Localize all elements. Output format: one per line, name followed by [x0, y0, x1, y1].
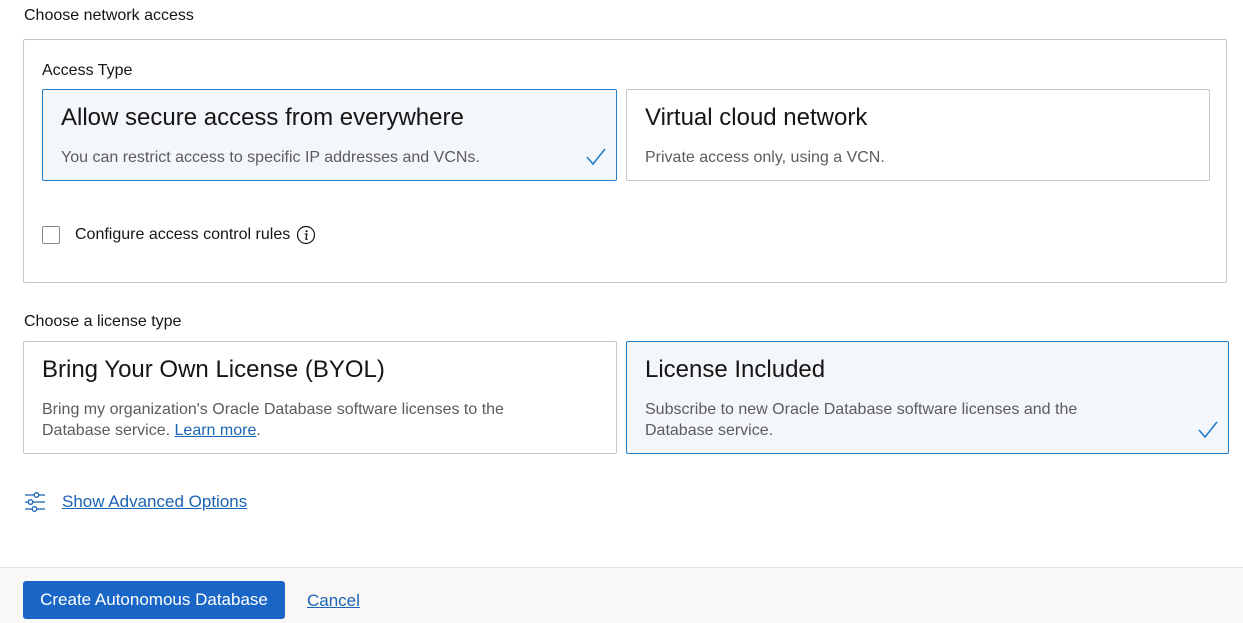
license-option-included[interactable]: License Included Subscribe to new Oracle… [626, 341, 1229, 454]
sliders-icon[interactable] [23, 490, 47, 514]
create-database-button[interactable]: Create Autonomous Database [23, 581, 285, 619]
show-advanced-options-link[interactable]: Show Advanced Options [62, 492, 247, 512]
access-option-vcn[interactable]: Virtual cloud network Private access onl… [626, 89, 1210, 181]
license-option-description: Subscribe to new Oracle Database softwar… [645, 399, 1128, 441]
access-option-title: Allow secure access from everywhere [61, 104, 464, 132]
footer-bar: Create Autonomous Database Cancel [0, 567, 1243, 623]
access-option-description: Private access only, using a VCN. [645, 147, 1159, 168]
license-option-title: License Included [645, 356, 825, 384]
network-section-title: Choose network access [24, 6, 194, 26]
learn-more-suffix: . [256, 422, 260, 439]
checkmark-icon [586, 148, 606, 166]
access-option-description: You can restrict access to specific IP a… [61, 147, 566, 168]
advanced-options-row: Show Advanced Options [23, 490, 247, 514]
access-option-title: Virtual cloud network [645, 104, 867, 132]
network-access-panel: Access Type Allow secure access from eve… [23, 39, 1227, 283]
access-control-row: Configure access control rules [42, 225, 316, 245]
access-option-everywhere[interactable]: Allow secure access from everywhere You … [42, 89, 617, 181]
license-section-title: Choose a license type [24, 312, 181, 332]
info-icon[interactable] [296, 225, 316, 245]
license-option-description: Bring my organization's Oracle Database … [42, 399, 556, 441]
page: Choose network access Access Type Allow … [0, 0, 1243, 623]
access-control-checkbox[interactable] [42, 226, 60, 244]
license-option-byol[interactable]: Bring Your Own License (BYOL) Bring my o… [23, 341, 617, 454]
cancel-link[interactable]: Cancel [307, 591, 360, 611]
learn-more-link[interactable]: Learn more [175, 422, 257, 439]
access-control-label[interactable]: Configure access control rules [75, 225, 290, 245]
access-type-label: Access Type [42, 61, 132, 81]
license-description-text: Bring my organization's Oracle Database … [42, 401, 504, 439]
checkmark-icon [1198, 421, 1218, 439]
license-option-title: Bring Your Own License (BYOL) [42, 356, 385, 384]
